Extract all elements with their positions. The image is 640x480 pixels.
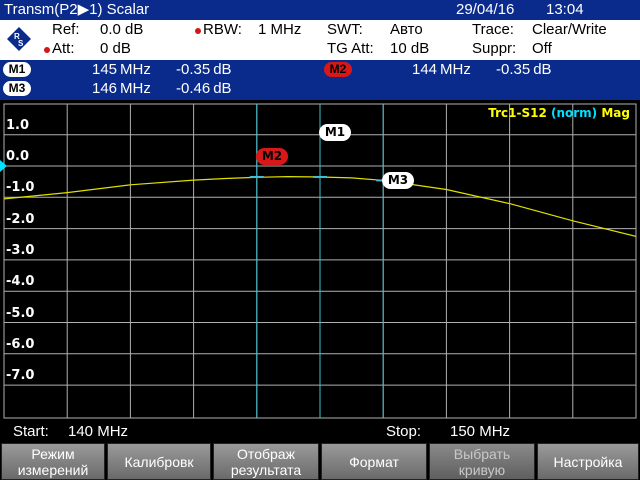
softkey-select-trace[interactable]: Выбрать кривую	[429, 443, 535, 480]
suppr-label: Suppr:	[472, 40, 517, 57]
softkey-setup[interactable]: Настройка	[537, 443, 639, 480]
swt-value[interactable]: Авто	[390, 21, 423, 39]
ref-label: Ref:	[52, 21, 80, 38]
marker-readout-panel: M1 145 MHz -0.35 dB M2 144 MHz -0.35 dB …	[0, 60, 640, 100]
marker-m3-flag[interactable]: M3	[382, 172, 414, 189]
time-display: 13:04	[546, 1, 584, 18]
y-axis-label: -4.0	[6, 274, 35, 290]
suppr-value[interactable]: Off	[532, 40, 552, 58]
rbw-label: RBW:	[203, 21, 242, 38]
marker-m1-flag[interactable]: M1	[319, 124, 351, 141]
trace-value[interactable]: Clear/Write	[532, 21, 607, 39]
marker-m3-frequency: 146 MHz	[92, 80, 151, 97]
softkey-result-display[interactable]: Отображ результата	[213, 443, 319, 480]
softkey-measurement-mode[interactable]: Режим измерений	[1, 443, 105, 480]
marker-m2-frequency: 144 MHz	[412, 61, 471, 78]
trace-plot[interactable]	[0, 100, 640, 422]
y-axis-label: 1.0	[6, 117, 30, 133]
marker-m2-flag[interactable]: M2	[256, 148, 288, 165]
marker-m3-level: -0.46 dB	[176, 80, 232, 97]
y-axis-label: -1.0	[6, 180, 35, 196]
y-axis-label: -7.0	[6, 368, 35, 384]
y-axis-label: -6.0	[6, 336, 35, 352]
y-axis-label: -2.0	[6, 211, 35, 227]
trace-norm-tag: (norm)	[550, 106, 598, 120]
marker-m3-badge[interactable]: M3	[3, 81, 31, 96]
title-bar: Transm(P2▶1) Scalar 29/04/16 13:04	[0, 0, 640, 20]
marker-m1-frequency: 145 MHz	[92, 61, 151, 78]
trace-format: Mag	[601, 106, 630, 120]
date-display: 29/04/16	[456, 1, 515, 18]
measurement-graph[interactable]: Trc1-S12 (norm) Mag 1.0 0.0 -1.0 -2.0 -3.0 -4…	[0, 100, 640, 422]
swt-label: SWT:	[327, 21, 363, 38]
att-label: Att:	[52, 40, 75, 57]
y-axis-label: -5.0	[6, 305, 35, 321]
att-indicator-dot	[44, 47, 50, 53]
softkey-format[interactable]: Формат	[321, 443, 427, 480]
start-frequency-value[interactable]: 140 MHz	[68, 422, 128, 442]
tg-att-label: TG Att:	[327, 40, 374, 57]
stop-frequency-value[interactable]: 150 MHz	[450, 422, 510, 442]
ref-value[interactable]: 0.0 dB	[100, 21, 143, 39]
marker-m2-level: -0.35 dB	[496, 61, 552, 78]
trace-legend: Trc1-S12 (norm) Mag	[488, 106, 630, 120]
marker-m1-badge[interactable]: M1	[3, 62, 31, 77]
softkey-bar: Режим измерений Калибровк Отображ резуль…	[0, 442, 640, 480]
trace-label: Trace:	[472, 21, 514, 38]
rbw-value[interactable]: 1 MHz	[258, 21, 301, 39]
rbw-indicator-dot	[195, 28, 201, 34]
marker-m1-level: -0.35 dB	[176, 61, 232, 78]
y-axis-label: -3.0	[6, 242, 35, 258]
settings-panel: R S Ref: 0.0 dB Att: 0 dB RBW: 1 MHz SWT…	[0, 20, 640, 60]
marker-m2-badge[interactable]: M2	[324, 62, 352, 77]
y-axis-label: 0.0	[6, 149, 30, 164]
svg-text:S: S	[18, 39, 24, 48]
tg-att-value[interactable]: 10 dB	[390, 40, 429, 58]
measurement-mode-title: Transm(P2▶1) Scalar	[4, 1, 150, 18]
rohde-schwarz-logo: R S	[7, 27, 31, 51]
softkey-calibration[interactable]: Калибровк	[107, 443, 211, 480]
trace-name: Trc1-S12	[488, 106, 547, 120]
att-value[interactable]: 0 dB	[100, 40, 131, 58]
start-label: Start:	[13, 423, 49, 440]
stop-label: Stop:	[386, 423, 422, 440]
frequency-span-bar: Start: 140 MHz Stop: 150 MHz	[0, 422, 640, 442]
